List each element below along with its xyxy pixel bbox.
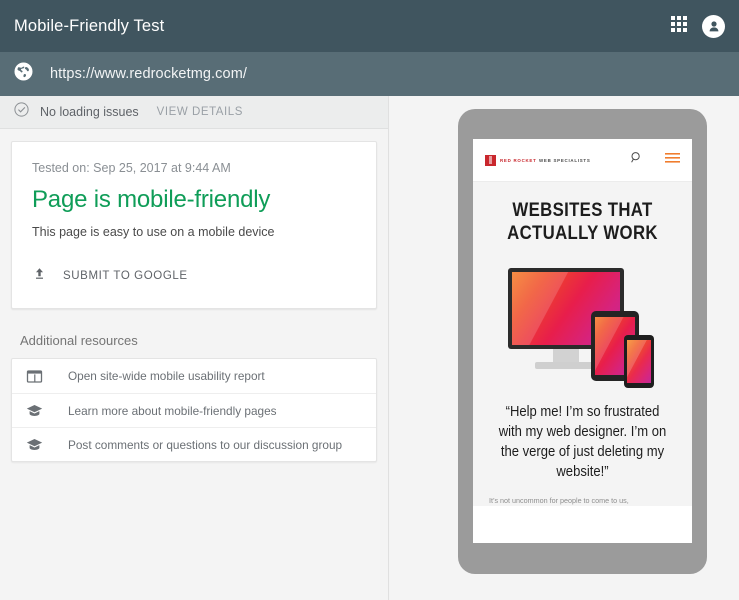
apps-grid-icon[interactable]: [670, 15, 688, 38]
verdict-heading: Page is mobile-friendly: [32, 186, 271, 213]
app-bar: Mobile-Friendly Test: [0, 0, 739, 52]
view-details-link[interactable]: VIEW DETAILS: [157, 106, 243, 118]
monitor-base: [535, 362, 597, 369]
resource-item-learn-more[interactable]: Learn more about mobile-friendly pages: [12, 393, 376, 427]
device-screen: RED ROCKET WEB SPECIALISTS WEBSITES THAT…: [473, 139, 692, 543]
account-avatar-icon[interactable]: [702, 14, 725, 38]
check-circle-icon: [14, 102, 29, 122]
page-title: Mobile-Friendly Test: [14, 16, 165, 35]
loading-status-bar: No loading issues VIEW DETAILS: [0, 96, 388, 129]
result-card: Tested on: Sep 25, 2017 at 9:44 AM Page …: [11, 141, 377, 309]
site-nav-icons: [630, 151, 680, 169]
url-bar[interactable]: https://www.redrocketmg.com/: [0, 52, 739, 96]
logo-text-dark: WEB SPECIALISTS: [539, 157, 591, 163]
submit-to-google-button[interactable]: SUBMIT TO GOOGLE: [32, 266, 356, 286]
tested-on-text: Tested on: Sep 25, 2017 at 9:44 AM: [32, 161, 231, 175]
hamburger-menu-icon[interactable]: [665, 151, 680, 169]
resource-item-usability-report[interactable]: Open site-wide mobile usability report: [12, 359, 376, 393]
phone-graphic: [624, 335, 654, 388]
rocket-logo-icon: [485, 154, 496, 166]
resource-item-label: Post comments or questions to our discus…: [68, 437, 343, 452]
site-header: RED ROCKET WEB SPECIALISTS: [473, 139, 692, 182]
device-frame: RED ROCKET WEB SPECIALISTS WEBSITES THAT…: [458, 109, 707, 574]
additional-resources-list: Open site-wide mobile usability report L…: [11, 358, 377, 462]
hero-title-line2: ACTUALLY WORK: [507, 222, 658, 244]
loading-status-text: No loading issues: [40, 105, 139, 119]
resource-item-label: Learn more about mobile-friendly pages: [68, 403, 277, 418]
search-icon[interactable]: [630, 151, 643, 169]
upload-icon: [32, 266, 47, 286]
globe-icon: [14, 62, 33, 86]
logo-text-red: RED ROCKET: [500, 157, 537, 163]
submit-to-google-label: SUBMIT TO GOOGLE: [63, 270, 188, 282]
resource-item-label: Open site-wide mobile usability report: [68, 369, 265, 383]
app-bar-actions: [670, 14, 725, 38]
hero-body-text: It’s not uncommon for people to come to …: [489, 496, 629, 505]
hero-quote: “Help me! I’m so frustrated with my web …: [498, 404, 667, 480]
graduation-cap-icon: [26, 402, 48, 419]
results-pane: No loading issues VIEW DETAILS Tested on…: [0, 96, 389, 600]
resource-item-discussion-group[interactable]: Post comments or questions to our discus…: [12, 427, 376, 461]
additional-resources-title: Additional resources: [20, 333, 138, 348]
content-area: No loading issues VIEW DETAILS Tested on…: [0, 96, 739, 600]
hero-title-line1: WEBSITES THAT: [512, 199, 653, 221]
url-text: https://www.redrocketmg.com/: [50, 66, 247, 82]
verdict-description: This page is easy to use on a mobile dev…: [32, 225, 275, 239]
hero-section: WEBSITES THAT ACTUALLY WORK “Help me! I’…: [473, 182, 692, 506]
results-body: Tested on: Sep 25, 2017 at 9:44 AM Page …: [0, 129, 388, 462]
devices-monitor-tablet-phone-image: [473, 256, 692, 396]
graduation-cap-icon: [26, 436, 48, 453]
preview-pane: RED ROCKET WEB SPECIALISTS WEBSITES THAT…: [389, 96, 739, 600]
site-logo[interactable]: RED ROCKET WEB SPECIALISTS: [485, 154, 630, 166]
dashboard-report-icon: [26, 368, 48, 385]
